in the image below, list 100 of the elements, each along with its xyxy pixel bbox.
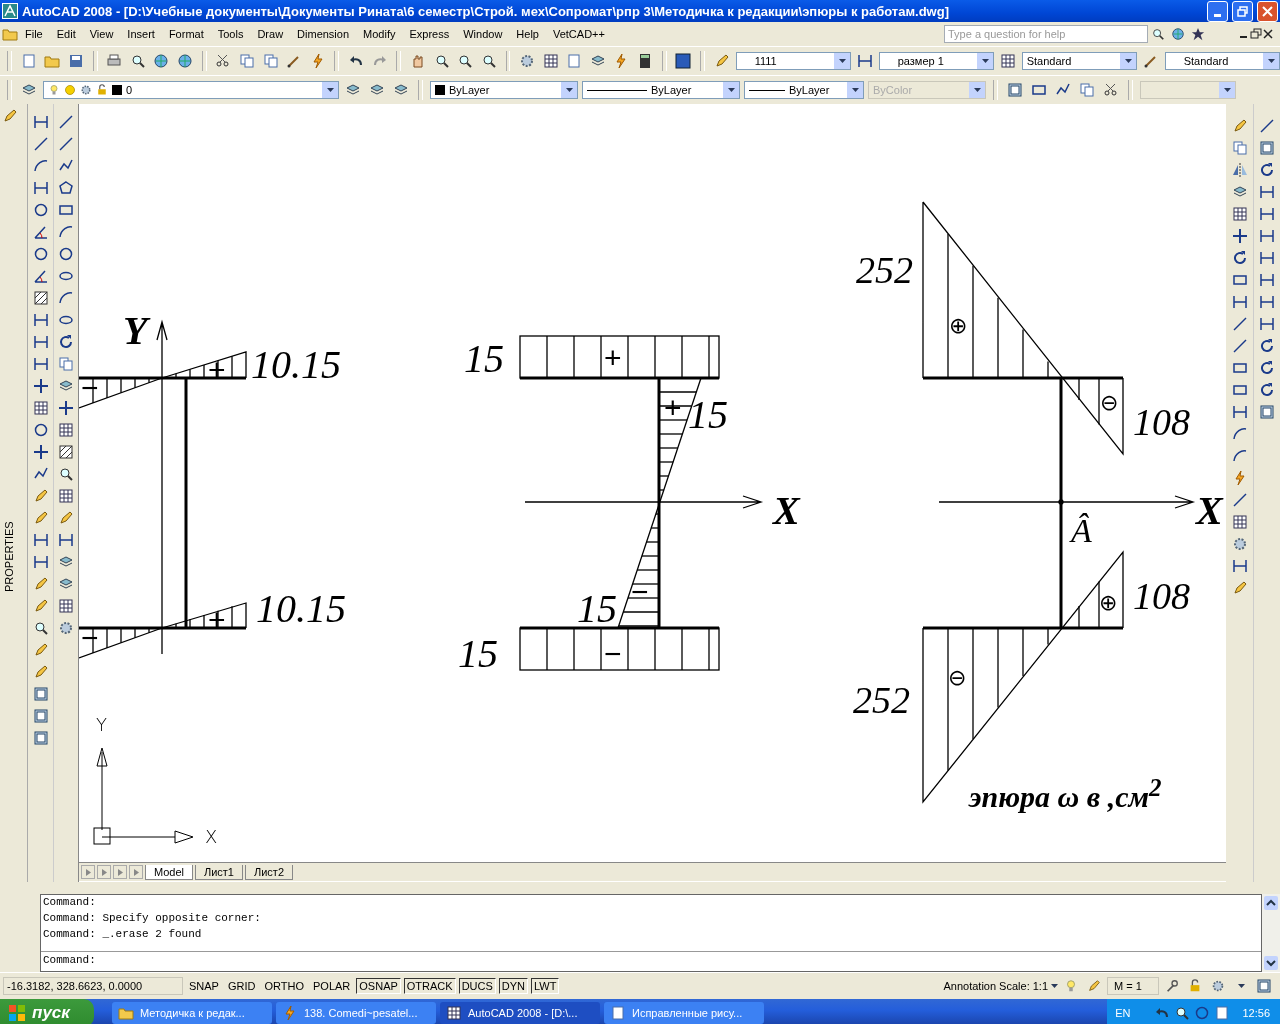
magnifier-icon[interactable] <box>480 53 497 69</box>
dimension-icon[interactable] <box>1231 558 1248 574</box>
scissors-icon[interactable] <box>1103 82 1119 98</box>
viewport-icon[interactable] <box>1259 140 1275 156</box>
palette-title[interactable]: PROPERTIES <box>3 512 17 592</box>
polygon-icon[interactable] <box>58 180 74 196</box>
rectangle-icon[interactable] <box>1231 382 1248 398</box>
angle-icon[interactable] <box>32 224 49 240</box>
dimension-icon[interactable] <box>1259 272 1275 288</box>
move-icon[interactable] <box>1231 228 1248 244</box>
rotate-icon[interactable] <box>58 334 74 350</box>
grid-icon[interactable] <box>542 53 559 69</box>
menu-item[interactable]: Modify <box>356 25 403 43</box>
line-icon[interactable] <box>1259 118 1275 134</box>
pencil-icon[interactable] <box>1087 979 1101 993</box>
wrench-icon[interactable] <box>1165 979 1179 993</box>
scroll-up-icon[interactable] <box>1264 896 1278 910</box>
menu-item[interactable]: Dimension <box>290 25 357 43</box>
taskbar-button[interactable]: Исправленные рису... <box>604 1002 764 1024</box>
dimension-style-dropdown[interactable]: размер 1 <box>878 52 995 70</box>
copy-icon[interactable] <box>1079 82 1095 98</box>
taskbar-button[interactable]: 138. Comedi~pesatel... <box>276 1002 436 1024</box>
command-prompt[interactable]: Command: <box>41 952 1261 968</box>
menu-item[interactable]: Format <box>161 25 211 43</box>
rotate-icon[interactable] <box>1259 382 1275 398</box>
menu-item[interactable]: Draw <box>250 25 291 43</box>
scrollbar[interactable] <box>1262 894 1280 972</box>
move-icon[interactable] <box>58 400 74 416</box>
arc-icon[interactable] <box>1231 448 1248 464</box>
line-icon[interactable] <box>58 114 74 130</box>
dimension-icon[interactable] <box>32 356 49 372</box>
menu-item[interactable]: View <box>82 25 121 43</box>
rectangle-icon[interactable] <box>1231 360 1248 376</box>
viewport-icon[interactable] <box>1259 404 1275 420</box>
menu-item[interactable]: Window <box>456 25 510 43</box>
scissors-icon[interactable] <box>215 53 232 69</box>
grid-icon[interactable] <box>58 488 74 504</box>
mirror-icon[interactable] <box>1231 162 1248 178</box>
layout-tab[interactable]: Model <box>145 864 193 880</box>
move-icon[interactable] <box>32 378 49 394</box>
pencil-icon[interactable] <box>32 642 49 658</box>
dimension-icon[interactable] <box>1259 206 1275 222</box>
star-icon[interactable] <box>1191 27 1205 41</box>
restore-icon[interactable] <box>1250 28 1262 40</box>
pencil-icon[interactable] <box>2 108 18 124</box>
viewport-icon[interactable] <box>1007 82 1023 98</box>
circle-icon[interactable] <box>32 246 49 262</box>
dimension-icon[interactable] <box>1231 404 1248 420</box>
grid-icon[interactable] <box>1231 514 1248 530</box>
multileader-style-dropdown[interactable]: Standard <box>1164 52 1280 70</box>
scroll-down-icon[interactable] <box>1264 956 1278 970</box>
pencil-icon[interactable] <box>32 488 49 504</box>
close-button[interactable] <box>1257 0 1278 22</box>
pencil-icon[interactable] <box>713 53 730 69</box>
magnifier-icon[interactable] <box>1151 27 1165 41</box>
pencil-icon[interactable] <box>32 664 49 680</box>
status-toggle[interactable]: LWT <box>531 978 560 994</box>
copy-icon[interactable] <box>238 53 255 69</box>
grid-icon[interactable] <box>999 53 1016 69</box>
circle-icon[interactable] <box>32 202 49 218</box>
page-icon[interactable] <box>1214 1005 1231 1021</box>
help-search-field[interactable]: Type a question for help <box>944 25 1148 43</box>
globe-icon[interactable] <box>1171 27 1185 41</box>
hatch-icon[interactable] <box>32 290 49 306</box>
pencil-icon[interactable] <box>1231 118 1248 134</box>
line-icon[interactable] <box>32 136 49 152</box>
rotate-icon[interactable] <box>1231 250 1248 266</box>
globe-icon[interactable] <box>153 53 170 69</box>
arc-icon[interactable] <box>58 224 74 240</box>
layout-tab[interactable]: Лист1 <box>194 864 243 880</box>
menu-item[interactable]: Express <box>402 25 457 43</box>
magnifier-icon[interactable] <box>129 53 146 69</box>
taskbar-button[interactable]: Методичка к редак... <box>112 1002 272 1024</box>
dimension-icon[interactable] <box>1259 228 1275 244</box>
menu-item[interactable]: File <box>18 25 50 43</box>
dimension-icon[interactable] <box>856 53 873 69</box>
status-toggle[interactable]: DUCS <box>458 978 496 994</box>
grid-icon[interactable] <box>32 400 49 416</box>
copy-icon[interactable] <box>262 53 279 69</box>
copy-icon[interactable] <box>1231 140 1248 156</box>
line-icon[interactable] <box>1231 338 1248 354</box>
rotate-icon[interactable] <box>1259 360 1275 376</box>
magnifier-icon[interactable] <box>457 53 474 69</box>
grid-icon[interactable] <box>58 598 74 614</box>
arc-icon[interactable] <box>58 290 74 306</box>
viewport-icon[interactable] <box>32 730 49 746</box>
line-icon[interactable] <box>1231 492 1248 508</box>
minimize-button[interactable] <box>1207 0 1228 22</box>
hatch-icon[interactable] <box>58 444 74 460</box>
globe-icon[interactable] <box>176 53 193 69</box>
dimension-icon[interactable] <box>32 532 49 548</box>
text-style-dropdown[interactable]: 1111 <box>735 52 852 70</box>
taskbar-button[interactable]: AutoCAD 2008 - [D:\... <box>440 1002 600 1024</box>
brush-icon[interactable] <box>1142 53 1159 69</box>
rotate-icon[interactable] <box>1259 338 1275 354</box>
restore-button[interactable] <box>1232 0 1253 22</box>
annotation-scale-dropdown[interactable]: 1:1 <box>1032 980 1058 992</box>
angle-icon[interactable] <box>32 268 49 284</box>
rotate-icon[interactable] <box>1259 162 1275 178</box>
tab-nav-button[interactable] <box>97 865 111 879</box>
